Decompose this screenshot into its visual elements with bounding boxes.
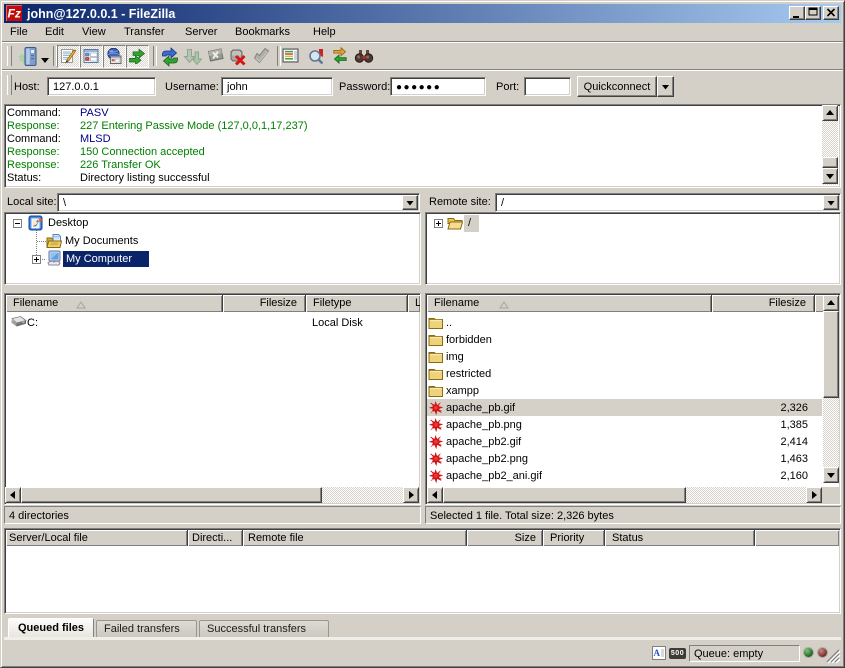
svg-text:Fz: Fz	[8, 7, 21, 21]
svg-text:A: A	[654, 648, 661, 658]
